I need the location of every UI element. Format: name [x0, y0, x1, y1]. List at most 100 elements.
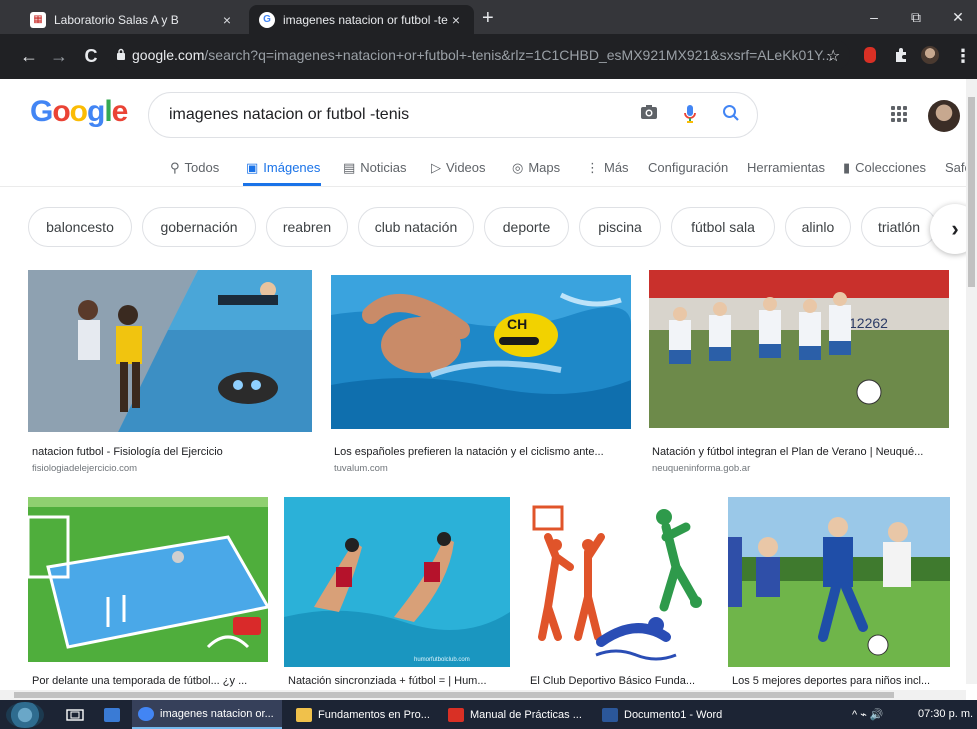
tab-title: imagenes natacion or futbol -teni — [283, 12, 448, 27]
word-icon — [602, 707, 618, 722]
task-view-icon[interactable] — [66, 700, 84, 729]
tab-todos[interactable]: ⚲ Todos — [170, 160, 219, 176]
system-tray-icons[interactable]: ^ ⌁ 🔊 — [852, 708, 884, 721]
logo-letter: e — [111, 95, 129, 128]
map-pin-icon: ◎ — [512, 160, 524, 175]
google-logo[interactable]: Google — [30, 95, 129, 129]
chip-alinlo[interactable]: alinlo — [785, 207, 851, 247]
browser-tabstrip: ▦ Laboratorio Salas A y B × G imagenes n… — [0, 0, 977, 34]
maximize-button[interactable]: ⧉ — [894, 0, 938, 34]
tab-noticias[interactable]: ▤ Noticias — [343, 160, 407, 176]
address-bar[interactable]: google.com/search?q=imagenes+natacion+or… — [110, 40, 850, 70]
forward-button[interactable]: → — [48, 46, 70, 66]
url-path: /search?q=imagenes+natacion+or+futbol+-t… — [204, 47, 834, 63]
close-tab-icon[interactable]: × — [219, 12, 235, 28]
start-button[interactable] — [6, 702, 44, 728]
result-caption[interactable]: Natación y fútbol integran el Plan de Ve… — [652, 446, 948, 458]
chip-triatlon[interactable]: triatlón — [861, 207, 937, 247]
result-source[interactable]: tuvalum.com — [334, 463, 388, 474]
result-caption[interactable]: Los 5 mejores deportes para niños incl..… — [732, 675, 950, 687]
image-result[interactable]: natacion futbol - Fisiología del Ejercic… — [28, 270, 314, 480]
search-icon[interactable] — [722, 104, 740, 127]
settings-link[interactable]: Configuración — [648, 160, 728, 175]
extension-shield-icon[interactable] — [864, 47, 876, 63]
chip-futbol-sala[interactable]: fútbol sala — [671, 207, 775, 247]
result-thumbnail[interactable] — [28, 497, 268, 662]
menu-kebab-icon[interactable]: ⋮ — [952, 46, 974, 66]
store-app-icon[interactable] — [104, 700, 126, 729]
result-thumbnail[interactable]: humorfutbolclub.com — [284, 497, 510, 667]
image-result[interactable]: El Club Deportivo Básico Funda... — [526, 497, 712, 689]
chrome-icon — [138, 706, 154, 721]
search-icon: ⚲ — [170, 160, 180, 175]
image-result[interactable]: CH Los españoles prefieren la natación y… — [330, 270, 632, 480]
result-caption[interactable]: El Club Deportivo Básico Funda... — [530, 675, 712, 687]
account-avatar[interactable] — [928, 100, 960, 132]
result-caption[interactable]: Por delante una temporada de fútbol... ¿… — [32, 675, 268, 687]
result-thumbnail[interactable] — [526, 497, 712, 667]
clock[interactable]: 07:30 p. m. — [918, 708, 973, 720]
tab-google-search[interactable]: G imagenes natacion or futbol -teni × — [249, 5, 474, 34]
bookmark-star-icon[interactable]: ☆ — [826, 46, 840, 66]
news-icon: ▤ — [343, 160, 356, 175]
tab-label: Videos — [446, 160, 486, 175]
tab-imagenes[interactable]: ▣ Imágenes — [246, 160, 320, 176]
chip-deporte[interactable]: deporte — [484, 207, 569, 247]
tab-videos[interactable]: ▷ Videos — [431, 160, 486, 176]
image-result[interactable]: 12262 Natación y fútbol integran el Plan… — [648, 270, 950, 480]
minimize-button[interactable]: – — [852, 0, 896, 34]
reload-button[interactable]: C — [80, 46, 102, 66]
horizontal-scrollbar[interactable] — [0, 690, 966, 700]
result-thumbnail[interactable]: 12262 — [649, 270, 949, 428]
result-thumbnail[interactable] — [28, 270, 312, 432]
tab-laboratorio[interactable]: ▦ Laboratorio Salas A y B × — [20, 5, 245, 34]
result-thumbnail[interactable] — [728, 497, 950, 667]
logo-letter: G — [30, 95, 53, 128]
tab-mas[interactable]: ⋮ Más — [586, 160, 629, 176]
camera-icon[interactable] — [640, 104, 658, 125]
profile-avatar-icon[interactable] — [921, 46, 939, 64]
result-caption[interactable]: natacion futbol - Fisiología del Ejercic… — [32, 446, 312, 458]
result-thumbnail[interactable]: CH — [331, 275, 631, 429]
back-button[interactable]: ← — [18, 46, 40, 66]
tab-maps[interactable]: ◎ Maps — [512, 160, 560, 176]
result-caption[interactable]: Natación sincronziada + fútbol = | Hum..… — [288, 675, 510, 687]
image-result[interactable]: humorfutbolclub.com Natación sincronziad… — [284, 497, 510, 689]
browser-toolbar: ← → C google.com/search?q=imagenes+natac… — [0, 34, 977, 79]
taskbar-label: imagenes natacion or... — [160, 707, 274, 720]
tab-label: Más — [604, 160, 629, 175]
scrollbar-thumb[interactable] — [968, 97, 975, 287]
taskbar-chrome[interactable]: imagenes natacion or... — [132, 700, 282, 729]
microphone-icon[interactable] — [683, 104, 697, 129]
play-icon: ▷ — [431, 160, 441, 175]
apps-grid-icon[interactable] — [889, 104, 909, 124]
collections-link[interactable]: ▮ Colecciones — [843, 160, 926, 176]
scrollbar-thumb[interactable] — [14, 692, 894, 698]
result-source[interactable]: fisiologiadelejercicio.com — [32, 463, 137, 474]
close-tab-icon[interactable]: × — [448, 12, 464, 28]
chip-piscina[interactable]: piscina — [579, 207, 661, 247]
taskbar-manual[interactable]: Manual de Prácticas ... — [442, 700, 592, 729]
new-tab-button[interactable]: + — [482, 8, 494, 28]
search-input[interactable]: imagenes natacion or futbol -tenis — [148, 92, 758, 138]
close-window-button[interactable]: ✕ — [936, 0, 977, 34]
image-result[interactable]: Los 5 mejores deportes para niños incl..… — [728, 497, 950, 689]
vertical-scrollbar[interactable] — [966, 79, 977, 684]
tools-link[interactable]: Herramientas — [747, 160, 825, 175]
cap-letters: CH — [507, 316, 527, 332]
logo-letter: o — [52, 95, 70, 128]
chip-baloncesto[interactable]: baloncesto — [28, 207, 132, 247]
taskbar-word[interactable]: Documento1 - Word — [596, 700, 746, 729]
extensions-puzzle-icon[interactable] — [893, 46, 911, 64]
chip-reabren[interactable]: reabren — [266, 207, 348, 247]
chip-club-natacion[interactable]: club natación — [358, 207, 474, 247]
image-result[interactable]: Por delante una temporada de fútbol... ¿… — [28, 497, 268, 689]
result-caption[interactable]: Los españoles prefieren la natación y el… — [334, 446, 630, 458]
logo-letter: o — [69, 95, 88, 128]
tab-label: Imágenes — [263, 160, 321, 175]
chip-gobernacion[interactable]: gobernación — [142, 207, 256, 247]
taskbar-label: Manual de Prácticas ... — [470, 708, 582, 721]
result-source[interactable]: neuqueninforma.gob.ar — [652, 463, 750, 474]
taskbar-fundamentos[interactable]: Fundamentos en Pro... — [290, 700, 440, 729]
screen: ▦ Laboratorio Salas A y B × G imagenes n… — [0, 0, 977, 729]
